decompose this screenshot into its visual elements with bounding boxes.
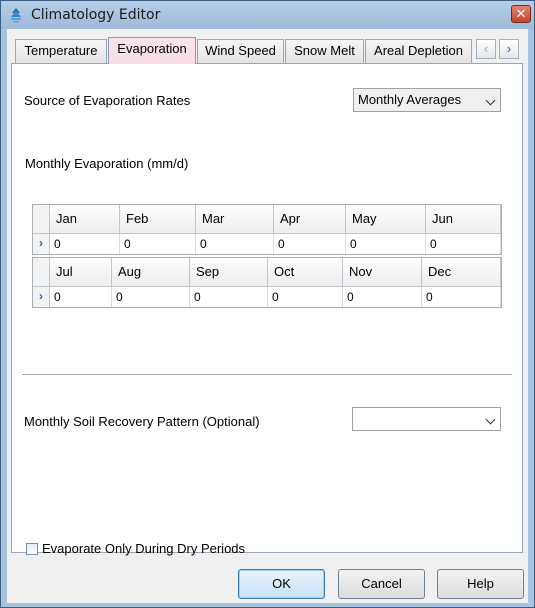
- cell-may[interactable]: 0: [346, 234, 426, 254]
- cancel-button[interactable]: Cancel: [338, 569, 425, 599]
- evaporation-grid-jan-jun: Jan Feb Mar Apr May Jun › 0 0 0 0 0 0: [32, 204, 502, 255]
- column-header-oct[interactable]: Oct: [268, 258, 343, 287]
- section-divider: [22, 374, 512, 375]
- monthly-evaporation-label: Monthly Evaporation (mm/d): [25, 156, 189, 171]
- tab-label: Areal Depletion: [374, 43, 463, 58]
- window-title: Climatology Editor: [31, 7, 161, 23]
- column-header-nov[interactable]: Nov: [343, 258, 422, 287]
- tab-areal-depletion[interactable]: Areal Depletion: [365, 39, 472, 63]
- cell-oct[interactable]: 0: [268, 287, 343, 307]
- cell-feb[interactable]: 0: [120, 234, 196, 254]
- column-header-sep[interactable]: Sep: [190, 258, 268, 287]
- column-header-dec[interactable]: Dec: [422, 258, 501, 287]
- climatology-app-icon: [11, 8, 21, 23]
- table-row: › 0 0 0 0 0 0: [33, 234, 501, 254]
- soil-recovery-dropdown[interactable]: [352, 407, 501, 431]
- table-row: › 0 0 0 0 0 0: [33, 287, 501, 307]
- close-icon: ✕: [515, 6, 527, 21]
- column-header-jan[interactable]: Jan: [50, 205, 120, 234]
- grid-corner: [33, 205, 50, 234]
- tab-label: Evaporation: [117, 41, 187, 56]
- source-label: Source of Evaporation Rates: [24, 93, 191, 108]
- chevron-down-icon: [485, 414, 496, 425]
- evaporation-panel: Source of Evaporation Rates Monthly Aver…: [11, 63, 523, 556]
- chevron-left-icon: ‹: [483, 41, 489, 56]
- tab-snow-melt[interactable]: Snow Melt: [285, 39, 364, 63]
- climatology-editor-window: Climatology Editor ✕ Temperature Evapora…: [0, 0, 535, 608]
- tab-temperature[interactable]: Temperature: [15, 39, 107, 63]
- column-header-aug[interactable]: Aug: [112, 258, 190, 287]
- tab-wind-speed[interactable]: Wind Speed: [197, 39, 284, 63]
- soil-recovery-label: Monthly Soil Recovery Pattern (Optional): [24, 414, 260, 429]
- row-selector-icon[interactable]: ›: [33, 287, 50, 307]
- ok-button[interactable]: OK: [238, 569, 325, 599]
- tab-label: Snow Melt: [294, 43, 355, 58]
- help-button[interactable]: Help: [437, 569, 524, 599]
- grid-header: Jul Aug Sep Oct Nov Dec: [33, 258, 501, 287]
- cell-sep[interactable]: 0: [190, 287, 268, 307]
- source-dropdown[interactable]: Monthly Averages: [353, 88, 501, 112]
- tab-strip: Temperature Evaporation Wind Speed Snow …: [7, 37, 528, 64]
- column-header-jul[interactable]: Jul: [50, 258, 112, 287]
- cell-nov[interactable]: 0: [343, 287, 422, 307]
- cell-jun[interactable]: 0: [426, 234, 501, 254]
- column-header-mar[interactable]: Mar: [196, 205, 274, 234]
- title-bar[interactable]: Climatology Editor ✕: [1, 1, 534, 29]
- source-dropdown-value: Monthly Averages: [358, 92, 462, 107]
- row-selector-icon[interactable]: ›: [33, 234, 50, 254]
- column-header-may[interactable]: May: [346, 205, 426, 234]
- column-header-feb[interactable]: Feb: [120, 205, 196, 234]
- chevron-down-icon: [485, 95, 496, 106]
- evaporation-grid-jul-dec: Jul Aug Sep Oct Nov Dec › 0 0 0 0 0 0: [32, 257, 502, 308]
- chevron-right-icon: ›: [506, 41, 512, 56]
- tab-scroll-left-button[interactable]: ‹: [476, 39, 496, 59]
- dialog-client-area: Temperature Evaporation Wind Speed Snow …: [7, 29, 528, 603]
- column-header-jun[interactable]: Jun: [426, 205, 501, 234]
- grid-header: Jan Feb Mar Apr May Jun: [33, 205, 501, 234]
- cell-apr[interactable]: 0: [274, 234, 346, 254]
- dry-periods-label[interactable]: Evaporate Only During Dry Periods: [42, 541, 245, 556]
- cell-jan[interactable]: 0: [50, 234, 120, 254]
- close-button[interactable]: ✕: [511, 5, 531, 23]
- cell-mar[interactable]: 0: [196, 234, 274, 254]
- tab-scroll-right-button[interactable]: ›: [499, 39, 519, 59]
- cell-aug[interactable]: 0: [112, 287, 190, 307]
- column-header-apr[interactable]: Apr: [274, 205, 346, 234]
- tab-label: Temperature: [24, 43, 98, 58]
- cell-dec[interactable]: 0: [422, 287, 501, 307]
- dry-periods-checkbox[interactable]: [26, 543, 38, 555]
- cell-jul[interactable]: 0: [50, 287, 112, 307]
- tab-evaporation[interactable]: Evaporation: [108, 37, 196, 64]
- grid-corner: [33, 258, 50, 287]
- tab-label: Wind Speed: [205, 43, 276, 58]
